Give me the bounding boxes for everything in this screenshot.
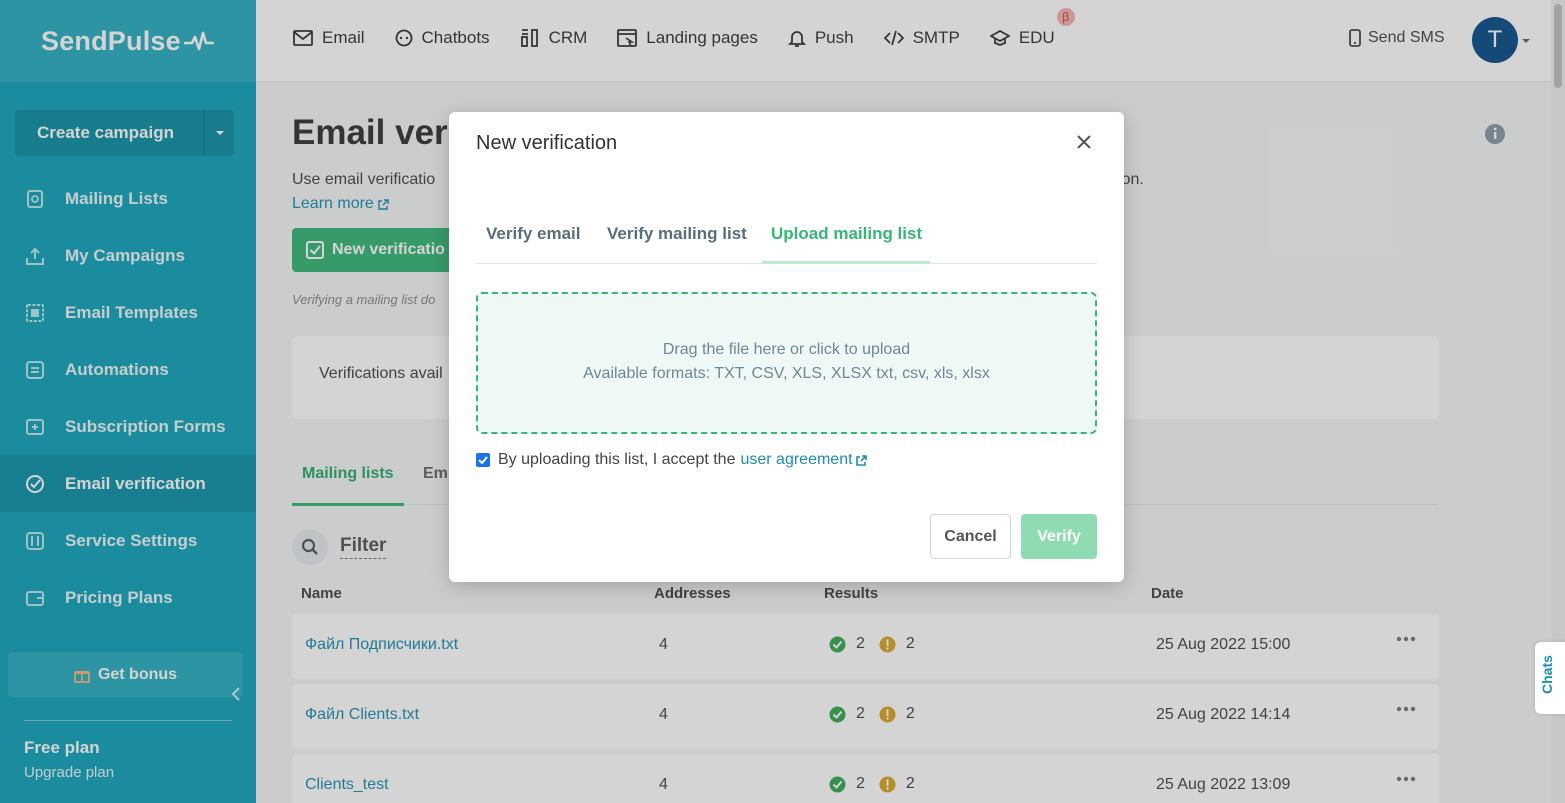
- external-link-icon: [855, 454, 867, 466]
- agreement-row: By uploading this list, I accept the use…: [476, 451, 867, 469]
- tab-verify-mailing-list[interactable]: Verify mailing list: [607, 224, 747, 244]
- checkmark-icon: [478, 456, 488, 464]
- user-agreement-label: user agreement: [740, 451, 853, 468]
- agreement-checkbox[interactable]: [476, 453, 490, 467]
- cancel-button[interactable]: Cancel: [930, 514, 1011, 559]
- user-agreement-link[interactable]: user agreement: [740, 451, 867, 469]
- verify-button[interactable]: Verify: [1021, 514, 1097, 559]
- agreement-text: By uploading this list, I accept the: [498, 451, 736, 468]
- tab-verify-email[interactable]: Verify email: [486, 224, 581, 244]
- new-verification-dialog: New verification Verify email Verify mai…: [449, 112, 1124, 582]
- drop-formats: Available formats: TXT, CSV, XLS, XLSX t…: [583, 365, 990, 382]
- dialog-title: New verification: [476, 132, 618, 154]
- drop-instruction: Drag the file here or click to upload: [662, 341, 911, 358]
- chats-widget[interactable]: Chats: [1535, 642, 1565, 714]
- file-drop-zone[interactable]: Drag the file here or click to upload Av…: [476, 292, 1097, 434]
- tab-upload-mailing-list[interactable]: Upload mailing list: [761, 224, 931, 264]
- dialog-tabs: Verify email Verify mailing list Upload …: [476, 212, 1097, 264]
- close-icon[interactable]: [1076, 134, 1092, 150]
- chats-label: Chats: [1539, 655, 1555, 694]
